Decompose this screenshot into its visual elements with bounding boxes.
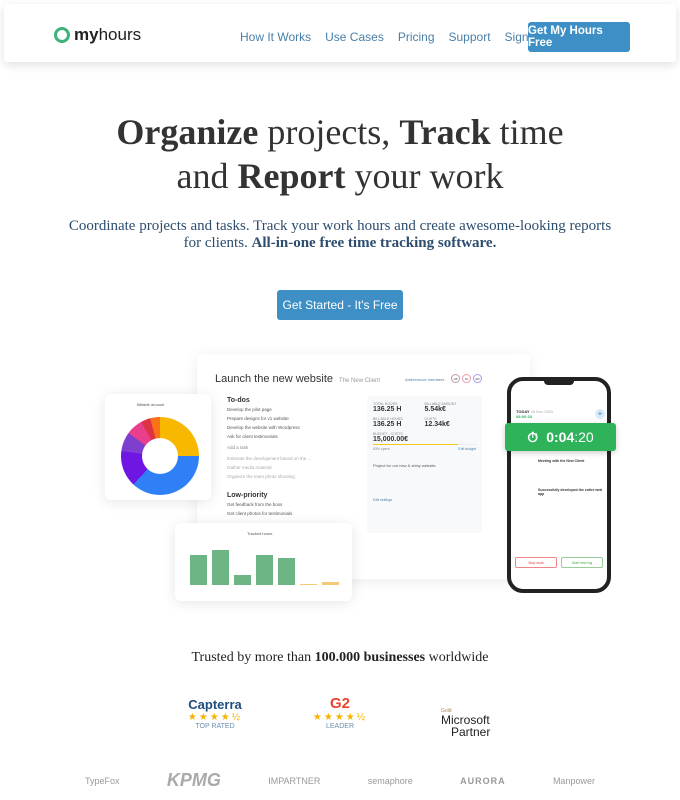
get-my-hours-free-button[interactable]: Get My Hours Free xyxy=(528,22,630,52)
nav: How It Works Use Cases Pricing Support S… xyxy=(240,30,541,44)
bar xyxy=(322,581,339,585)
edit-settings-link[interactable]: Edit settings xyxy=(373,498,476,502)
logo-semaphore: semaphore xyxy=(367,775,413,786)
nav-how-it-works[interactable]: How It Works xyxy=(240,30,311,44)
avatars: LB JC AD xyxy=(451,374,482,383)
bar xyxy=(212,549,229,585)
timer-banner: ⏱ 0:04:20 xyxy=(505,423,616,451)
list-item: Develop the pilot page xyxy=(227,407,272,412)
phone-mockup: TODAY 26 Nov 2020 08:00:23 + Meeting with… xyxy=(507,377,611,593)
edit-budget-link[interactable]: Edit budget xyxy=(458,447,476,451)
log-item: Meeting with the New Client xyxy=(538,459,585,463)
start-new-log-button[interactable]: Start new log xyxy=(561,557,603,568)
bar-chart xyxy=(190,541,345,599)
list-item: Estimate the development based on the ..… xyxy=(227,456,312,461)
logo-typefox: TypeFox xyxy=(85,775,120,786)
list-item: Develop the website with Wordpress xyxy=(227,425,300,430)
microsoft-partner-badge: Gold Microsoft Partner xyxy=(441,708,491,739)
logo-manpower: Manpower xyxy=(552,775,595,786)
nav-pricing[interactable]: Pricing xyxy=(398,30,435,44)
logo-kpmg: KPMG xyxy=(166,770,221,790)
logo-globe-icon xyxy=(54,27,70,43)
billable-donut-card: Billable amount xyxy=(105,394,211,500)
avatar: AD xyxy=(473,374,482,383)
avatar: JC xyxy=(462,374,471,383)
stats-panel: TOTAL HOURS 136.25 H BILLABLE AMOUNT 5.54k… xyxy=(367,396,482,533)
list-item: Prepare designs for v1 website xyxy=(227,416,289,421)
list-item: Ask for client testimonials xyxy=(227,434,278,439)
nav-support[interactable]: Support xyxy=(449,30,491,44)
bar xyxy=(256,555,273,585)
list-item: Get feedback from the boss xyxy=(227,502,283,507)
tracked-hours-card: Tracked hours xyxy=(175,523,352,601)
hero-subtitle: Coordinate projects and tasks. Track you… xyxy=(68,218,612,251)
get-started-button[interactable]: Get Started - It's Free xyxy=(277,290,403,320)
bar xyxy=(278,558,295,585)
project-title: Launch the new website The New Client xyxy=(215,373,381,385)
g2-badge: G2 ★★★★½ LEADER xyxy=(312,695,368,730)
client-logos: TypeFox KPMG IMPARTNER semaphore AURORA … xyxy=(85,770,595,791)
members-link: Add/remove members xyxy=(405,377,445,382)
nav-use-cases[interactable]: Use Cases xyxy=(325,30,384,44)
logo[interactable]: myhours xyxy=(54,25,141,45)
todo-list: To-dos Develop the pilot page Prepare de… xyxy=(227,397,312,516)
bar xyxy=(190,554,207,585)
stopwatch-icon: ⏱ xyxy=(527,428,539,445)
bar xyxy=(300,583,317,585)
list-item: Gather media material xyxy=(227,465,272,470)
bar xyxy=(234,574,251,585)
capterra-badge: Capterra ★★★★½ TOP RATED xyxy=(187,697,243,730)
trusted-text: Trusted by more than 100.000 businesses … xyxy=(191,650,489,665)
list-item: Organize the team photo shooting xyxy=(227,474,295,479)
logo-impartner: IMPARTNER xyxy=(268,775,321,786)
avatar: LB xyxy=(451,374,460,383)
list-item: Get client photos for testimonials xyxy=(227,511,293,516)
add-icon[interactable]: + xyxy=(595,409,605,419)
logo-aurora: AURORA xyxy=(460,775,506,786)
hero-title: Organize projects, Track time and Report… xyxy=(116,112,564,196)
header: myhours How It Works Use Cases Pricing S… xyxy=(4,4,676,62)
log-item: Successfully developed the entire web ap… xyxy=(538,488,603,496)
donut-chart xyxy=(121,417,199,495)
budget-progress xyxy=(373,444,459,445)
stop-work-button[interactable]: Stop work xyxy=(515,557,557,568)
